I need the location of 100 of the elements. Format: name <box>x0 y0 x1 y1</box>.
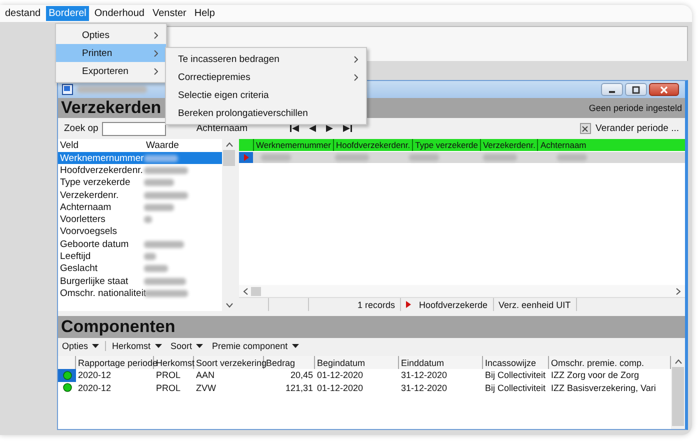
maximize-button[interactable] <box>625 83 647 96</box>
menu-item[interactable]: Exporteren <box>56 62 166 80</box>
scroll-thumb[interactable] <box>672 367 684 426</box>
toolbar-dropdown[interactable]: Opties <box>62 341 106 351</box>
table-cell-text: ZVW <box>195 382 217 394</box>
skip-forward-icon <box>342 125 352 132</box>
triangle-left-icon <box>308 125 316 132</box>
field-row[interactable]: Verzekerdenr. <box>58 188 222 202</box>
change-period-button[interactable]: Verander periode ... <box>596 123 679 134</box>
column-header: Type verzekerde <box>412 139 480 151</box>
field-row[interactable]: Voorvoegsels <box>58 226 222 238</box>
previous-record-button[interactable] <box>306 123 318 134</box>
menu-bar-item[interactable]: destand <box>2 6 44 21</box>
column-header: Veld <box>59 140 80 151</box>
caret-down-icon <box>196 344 204 348</box>
menu-item[interactable]: Printen <box>56 44 166 62</box>
chevron-up-icon[interactable] <box>674 359 682 364</box>
menu-bar-item[interactable]: Help <box>191 6 218 21</box>
menu-item[interactable]: Selectie eigen criteria <box>166 86 366 104</box>
menu-bar-item[interactable]: Onderhoud <box>91 6 148 21</box>
table-cell-text: Bij Collectiviteit <box>484 369 547 382</box>
triangle-right-icon <box>326 125 333 132</box>
search-label: Zoek op <box>64 123 98 134</box>
field-row[interactable]: Leeftijd <box>58 250 222 263</box>
column-header: Incassowijze <box>483 356 549 369</box>
chevron-up-icon[interactable] <box>226 142 232 147</box>
table-cell-text: IZZ Basisverzekering, Vari <box>550 382 657 394</box>
vertical-scrollbar[interactable] <box>671 356 685 429</box>
maximize-icon <box>632 86 640 94</box>
record-role: Hoofdverzekerde <box>419 300 488 310</box>
record-count: 1 records <box>309 298 401 311</box>
toolbar-dropdown[interactable]: Herkomst <box>112 341 165 351</box>
field-row[interactable]: Hoofdverzekerdenr. <box>58 164 222 177</box>
period-status: Geen periode ingesteld <box>588 103 682 113</box>
close-icon <box>582 126 588 132</box>
redacted-title <box>77 86 147 93</box>
toolbar-dropdown[interactable]: Soort <box>170 341 206 351</box>
record-row[interactable] <box>239 152 685 163</box>
column-header: Waarde <box>145 140 179 151</box>
table-cell-text: AAN <box>195 369 216 382</box>
field-row[interactable]: Achternaam <box>58 201 222 214</box>
field-row[interactable]: Geboorte datum <box>58 238 222 250</box>
chevron-left-icon[interactable] <box>243 288 248 294</box>
caret-down-icon <box>292 344 299 348</box>
column-header: Werknemernummer <box>253 139 333 151</box>
close-button[interactable] <box>649 83 679 96</box>
table-cell-text: 01-12-2020 <box>316 369 364 382</box>
menu-bar-item[interactable]: Borderel <box>46 6 90 21</box>
menu-item[interactable]: Te incasseren bedragen <box>166 50 366 68</box>
record-pointer-icon <box>244 154 248 161</box>
record-pointer-icon <box>406 301 411 308</box>
table-cell-text: PROL <box>155 382 182 394</box>
table-cell-text: 20,45 <box>289 369 314 382</box>
scroll-thumb[interactable] <box>251 286 261 296</box>
status-dot-icon <box>62 370 72 380</box>
table-cell-text: PROL <box>155 369 182 382</box>
status-dot-icon <box>62 383 72 392</box>
table-cell-text: 01-12-2020 <box>316 382 364 394</box>
field-row[interactable]: Voorletters <box>58 213 222 226</box>
field-row[interactable]: Type verzekerde <box>58 176 222 189</box>
close-icon <box>660 86 668 94</box>
table-cell-text: 2020-12 <box>77 382 112 394</box>
field-row[interactable]: Geslacht <box>58 262 222 275</box>
scroll-thumb[interactable] <box>223 150 235 166</box>
skip-back-icon <box>290 125 299 132</box>
clear-period-button[interactable] <box>580 123 591 134</box>
table-cell-text: 121,31 <box>284 382 314 394</box>
chevron-right-icon[interactable] <box>676 288 681 294</box>
minimize-button[interactable] <box>601 83 623 96</box>
table-cell-text: Bij Collectiviteit <box>484 382 547 394</box>
menu-item[interactable]: Correctiepremies <box>166 68 366 86</box>
toolbar-dropdown[interactable]: Premie component <box>212 341 302 351</box>
first-record-button[interactable] <box>288 123 301 134</box>
caret-down-icon <box>154 344 162 348</box>
app-icon <box>62 84 73 95</box>
table-cell-text: IZZ Zorg voor de Zorg <box>550 369 640 382</box>
column-header: Hoofdverzekerdenr. <box>332 139 412 151</box>
section-title: Verzekerden <box>61 98 162 118</box>
field-row[interactable]: Burgerlijke staat <box>58 274 222 288</box>
table-cell-text: 31-12-2020 <box>400 369 448 382</box>
menu-item[interactable]: Opties <box>56 26 166 44</box>
chevron-down-icon[interactable] <box>226 303 232 308</box>
horizontal-scrollbar[interactable] <box>239 285 685 297</box>
column-header: Begindatum <box>315 356 399 369</box>
sort-label: Achternaam <box>196 123 248 134</box>
column-header: Soort verzekering <box>194 356 264 369</box>
section-title: Componenten <box>61 317 176 337</box>
table-cell-text: 2020-12 <box>77 369 112 382</box>
row-selector[interactable] <box>58 369 76 382</box>
next-record-button[interactable] <box>324 123 335 134</box>
table-cell-text: 31-12-2020 <box>400 382 448 394</box>
caret-down-icon <box>92 344 100 348</box>
unit-status: Verz. eenheid UIT <box>494 298 577 311</box>
last-record-button[interactable] <box>340 123 354 134</box>
search-field[interactable] <box>102 122 166 136</box>
column-header: Einddatum <box>399 356 483 369</box>
menu-bar-item[interactable]: Venster <box>149 6 190 21</box>
field-row[interactable]: Werknemernummer <box>58 152 222 164</box>
menu-item[interactable]: Bereken prolongatieverschillen <box>166 104 366 122</box>
field-row[interactable]: Omschr. nationaliteit <box>58 287 222 300</box>
